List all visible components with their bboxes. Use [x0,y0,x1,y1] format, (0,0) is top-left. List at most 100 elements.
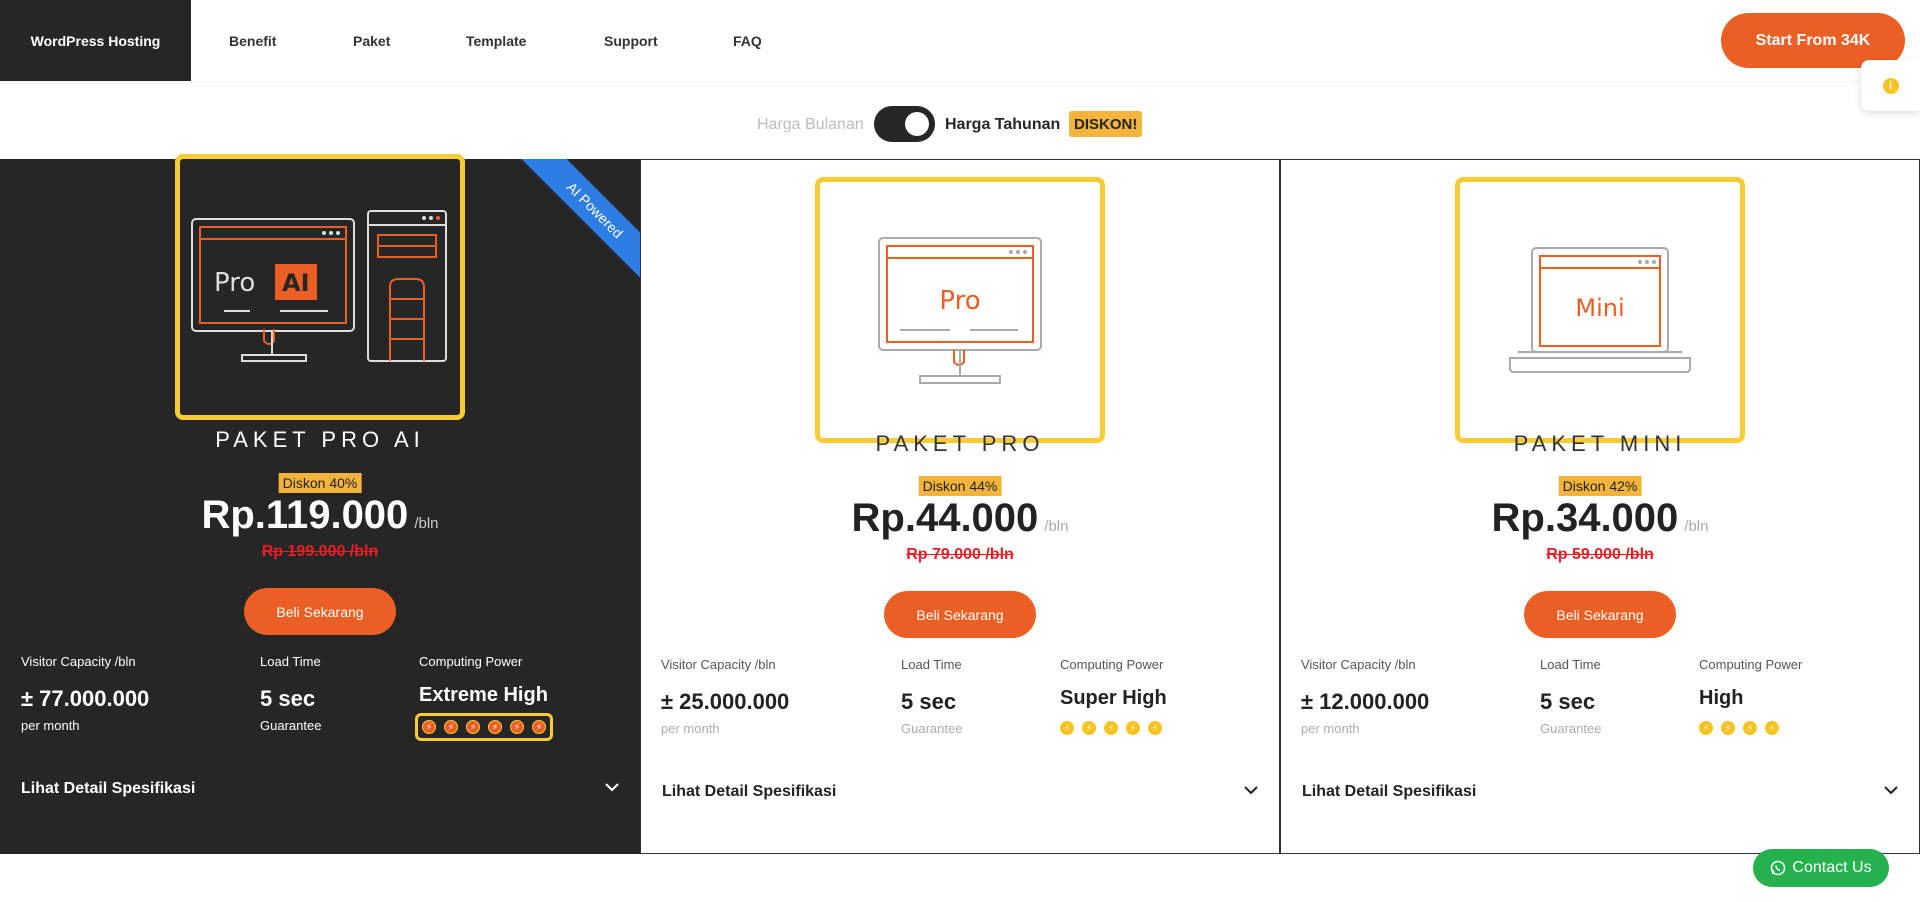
computer-tower-icon: Pro AI [191,210,447,362]
plan-name: PAKET MINI [1513,431,1687,456]
computing-power-label: Computing Power [1060,657,1164,672]
yearly-price-label[interactable]: Harga Tahunan [945,116,1060,134]
load-time-sub: Guarantee [260,718,322,733]
info-icon: i [1882,77,1899,94]
bolt-icon: ⚡ [1082,721,1096,735]
chevron-down-icon[interactable] [604,779,620,795]
visitor-capacity-value: ± 77.000.000 [21,686,150,711]
plan-price: Rp.34.000 [1491,496,1679,540]
chevron-down-icon[interactable] [1243,782,1259,798]
computing-power-label: Computing Power [1699,657,1803,672]
bolt-icon: ⚡ [532,720,546,734]
desktop-monitor-icon: Pro [878,237,1042,384]
plan-price: Rp.44.000 [851,496,1039,540]
load-time-value: 5 sec [1540,689,1596,714]
computing-power-label: Computing Power [419,654,523,669]
laptop-icon: Mini [1509,247,1691,373]
view-spec-details-toggle[interactable]: Lihat Detail Spesifikasi [662,783,836,801]
computing-power-value: Extreme High [419,684,548,706]
bolt-icon: ⚡ [1104,721,1118,735]
plan-discount-badge: Diskon 44% [918,476,1002,496]
chevron-down-icon[interactable] [1883,782,1899,798]
billing-toggle-row: Harga Bulanan Harga Tahunan DISKON! [0,106,1920,142]
buy-now-button[interactable]: Beli Sekarang [884,591,1036,638]
plan-price: Rp.119.000 [201,493,409,537]
plan-card-mini: Mini PAKET MINI Diskon 42% Rp.34.000/bln… [1280,159,1920,854]
price-period: /bln [1044,518,1069,535]
svg-text:AI: AI [282,269,310,297]
nav-link-paket[interactable]: Paket [353,0,390,81]
ribbon-clip: AI Powered [470,159,640,299]
pro-ai-illustration: Pro AI [175,154,465,420]
discount-badge: DISKON! [1069,111,1143,137]
power-rating: ⚡ ⚡ ⚡ ⚡ ⚡ ⚡ [415,713,553,741]
view-spec-details-toggle[interactable]: Lihat Detail Spesifikasi [1302,783,1476,801]
load-time-label: Load Time [901,657,962,672]
bolt-icon: ⚡ [1148,721,1162,735]
bolt-icon: ⚡ [1699,721,1713,735]
monthly-price-label[interactable]: Harga Bulanan [757,116,864,134]
price-period: /bln [414,515,439,532]
power-rating: ⚡ ⚡ ⚡ ⚡ ⚡ [1060,721,1162,735]
load-time-value: 5 sec [260,686,316,711]
bolt-icon: ⚡ [1743,721,1757,735]
computing-power-value: High [1699,687,1744,709]
bolt-icon: ⚡ [1721,721,1735,735]
visitor-capacity-label: Visitor Capacity /bln [1301,657,1416,672]
plan-price-row: Rp.44.000/bln [641,496,1279,541]
pro-illustration: Pro [815,177,1105,443]
bolt-icon: ⚡ [1126,721,1140,735]
contact-us-label: Contact Us [1792,859,1872,876]
plan-price-row: Rp.34.000/bln [1281,496,1919,541]
plan-name: PAKET PRO [875,431,1045,456]
mini-illustration: Mini [1455,177,1745,443]
load-time-value: 5 sec [901,689,957,714]
bolt-icon: ⚡ [1060,721,1074,735]
nav-link-template[interactable]: Template [466,0,526,81]
computing-power-value: Super High [1060,687,1167,709]
visitor-capacity-value: ± 12.000.000 [1301,689,1430,714]
load-time-label: Load Time [1540,657,1601,672]
bolt-icon: ⚡ [422,720,436,734]
toggle-knob [905,112,929,136]
nav-link-support[interactable]: Support [604,0,658,81]
visitor-capacity-label: Visitor Capacity /bln [21,654,136,669]
nav-brand-tab[interactable]: WordPress Hosting [0,0,191,81]
nav-link-benefit[interactable]: Benefit [229,0,276,81]
power-rating: ⚡ ⚡ ⚡ ⚡ [1699,721,1779,735]
visitor-capacity-sub: per month [661,721,720,736]
svg-text:Mini: Mini [1575,294,1624,322]
visitor-capacity-sub: per month [21,718,80,733]
contact-us-button[interactable]: Contact Us [1753,849,1889,887]
ai-powered-ribbon: AI Powered [516,159,640,289]
visitor-capacity-value: ± 25.000.000 [661,689,790,714]
plan-card-pro-ai: AI Powered Pro AI PAKET PRO AI Diskon 40… [0,154,640,854]
bolt-icon: ⚡ [466,720,480,734]
visitor-capacity-sub: per month [1301,721,1360,736]
visitor-capacity-label: Visitor Capacity /bln [661,657,776,672]
plan-price-row: Rp.119.000/bln [0,493,640,538]
nav-link-faq[interactable]: FAQ [733,0,762,81]
plan-card-pro: Pro PAKET PRO Diskon 44% Rp.44.000/bln R… [640,159,1280,854]
bolt-icon: ⚡ [510,720,524,734]
bolt-icon: ⚡ [488,720,502,734]
bolt-icon: ⚡ [1765,721,1779,735]
plan-old-price: Rp 199.000 /bln [261,543,379,560]
view-spec-details-toggle[interactable]: Lihat Detail Spesifikasi [21,780,195,798]
plan-name: PAKET PRO AI [215,427,425,452]
svg-text:Pro: Pro [939,286,980,316]
buy-now-button[interactable]: Beli Sekarang [1524,591,1676,638]
load-time-sub: Guarantee [1540,721,1602,736]
plan-old-price: Rp 79.000 /bln [906,546,1014,563]
bolt-icon: ⚡ [444,720,458,734]
top-navbar: WordPress Hosting Benefit Paket Template… [0,0,1920,81]
load-time-label: Load Time [260,654,321,669]
info-side-tab[interactable]: i [1861,60,1920,111]
load-time-sub: Guarantee [901,721,963,736]
plan-discount-badge: Diskon 40% [278,473,362,493]
whatsapp-icon [1771,860,1786,876]
plan-old-price: Rp 59.000 /bln [1546,546,1654,563]
plan-discount-badge: Diskon 42% [1558,476,1642,496]
buy-now-button[interactable]: Beli Sekarang [244,588,396,635]
billing-period-toggle[interactable] [874,106,935,142]
